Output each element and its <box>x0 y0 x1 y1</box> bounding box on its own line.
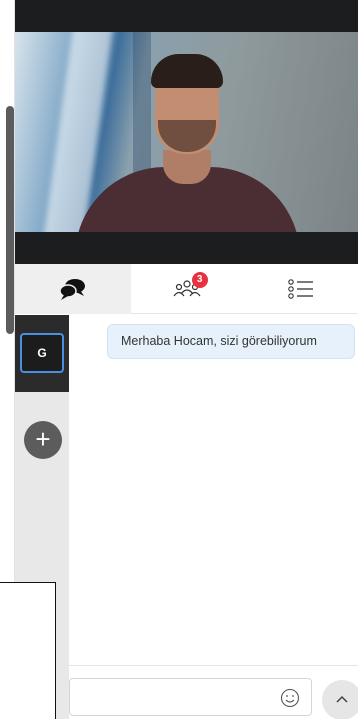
participant-hair <box>151 54 223 88</box>
tab-list[interactable] <box>244 264 358 314</box>
chevron-up-icon <box>335 691 349 709</box>
smiley-icon[interactable] <box>280 688 300 708</box>
list-icon <box>287 278 315 300</box>
composer <box>69 665 358 719</box>
overlay-panel <box>0 582 56 719</box>
app-root: 3 G + Merhaba Hocam, sizi görebiliyorum <box>0 0 358 719</box>
message-input[interactable] <box>69 678 312 716</box>
add-conversation-button[interactable]: + <box>24 421 62 459</box>
tab-chat[interactable] <box>15 264 131 314</box>
message-bubble: Merhaba Hocam, sizi görebiliyorum <box>107 324 355 359</box>
chat-bubbles-icon <box>58 277 88 301</box>
message-list: Merhaba Hocam, sizi görebiliyorum <box>69 315 358 665</box>
tab-participants[interactable]: 3 <box>131 264 245 314</box>
scrollbar-thumb[interactable] <box>6 106 14 334</box>
video-feed <box>15 32 358 232</box>
scroll-up-button[interactable] <box>322 680 358 719</box>
video-bottom-bar <box>15 232 358 264</box>
participants-count-badge: 3 <box>191 272 208 288</box>
video-top-bar <box>15 0 358 32</box>
conversation-item[interactable]: G <box>15 315 69 392</box>
participant-neck <box>163 150 211 184</box>
plus-icon: + <box>35 424 51 454</box>
avatar[interactable]: G <box>20 333 64 373</box>
sidebar-tabs: 3 <box>15 264 358 314</box>
